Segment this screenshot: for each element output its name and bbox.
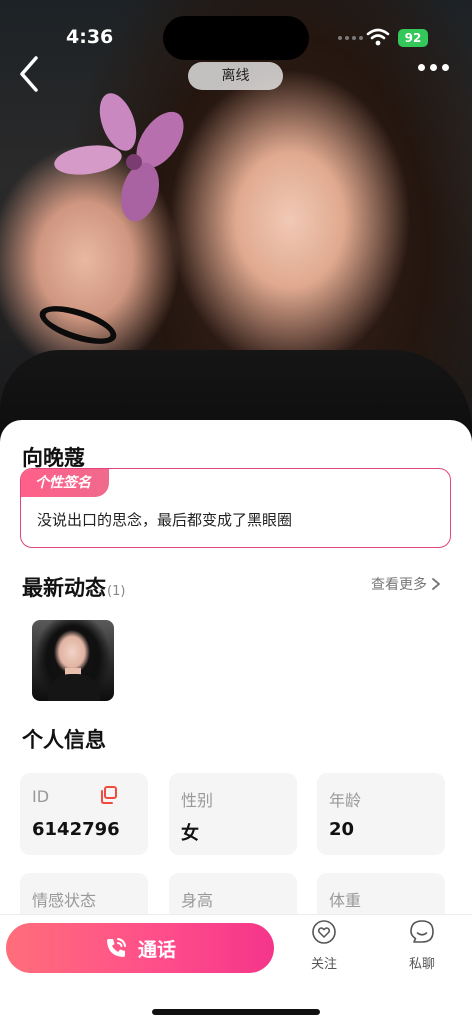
dynamic-island [163,16,309,60]
chat-button[interactable]: 私聊 [387,919,457,972]
signature-text: 没说出口的思念，最后都变成了黑眼圈 [37,511,293,529]
moments-count: (1) [107,584,126,599]
cellular-signal-icon [338,36,363,40]
home-indicator [152,1009,320,1015]
info-value: 6142796 [32,819,120,840]
info-label: 年龄 [329,791,362,810]
signature-box: 个性签名 没说出口的思念，最后都变成了黑眼圈 [20,468,451,548]
bottom-action-bar: 通话 关注 私聊 [0,914,472,1024]
moment-thumbnail[interactable] [32,620,114,701]
info-label: 性别 [181,791,214,810]
see-more-label: 查看更多 [371,577,427,593]
battery-indicator: 92 [398,29,428,47]
signature-tag: 个性签名 [21,469,109,497]
info-value: 20 [329,819,355,840]
phone-icon [106,938,126,957]
status-time: 4:36 [66,26,114,48]
info-label: 情感状态 [32,891,97,910]
personal-info-title: 个人信息 [22,728,106,752]
thumbnail-body [48,674,100,701]
chevron-right-icon [432,578,440,590]
info-label: 体重 [329,891,362,910]
profile-photo[interactable]: 4:36 92 离线 [0,0,472,450]
info-label: 身高 [181,891,214,910]
wifi-icon [366,28,390,46]
follow-label: 关注 [310,957,337,972]
flower-decoration [54,93,184,222]
info-tile-gender: 性别 女 [169,773,297,855]
info-value: 女 [181,823,199,844]
info-label: ID [32,787,50,806]
call-button[interactable]: 通话 [6,923,274,973]
moments-title-label: 最新动态 [22,576,106,600]
chat-bubble-icon [410,920,434,943]
call-label: 通话 [137,938,176,961]
bracelet [35,298,121,352]
heart-icon [312,920,336,944]
follow-button[interactable]: 关注 [289,919,359,972]
online-status-badge: 离线 [188,62,283,90]
more-horizontal-icon[interactable] [418,64,449,71]
chat-label: 私聊 [408,957,435,972]
copy-icon[interactable] [98,785,118,805]
see-more-link[interactable]: 查看更多 [371,574,441,594]
moments-title: 最新动态(1) [22,572,125,602]
info-tile-id: ID 6142796 [20,773,148,855]
chevron-left-icon[interactable] [14,52,48,96]
info-tile-age: 年龄 20 [317,773,445,855]
